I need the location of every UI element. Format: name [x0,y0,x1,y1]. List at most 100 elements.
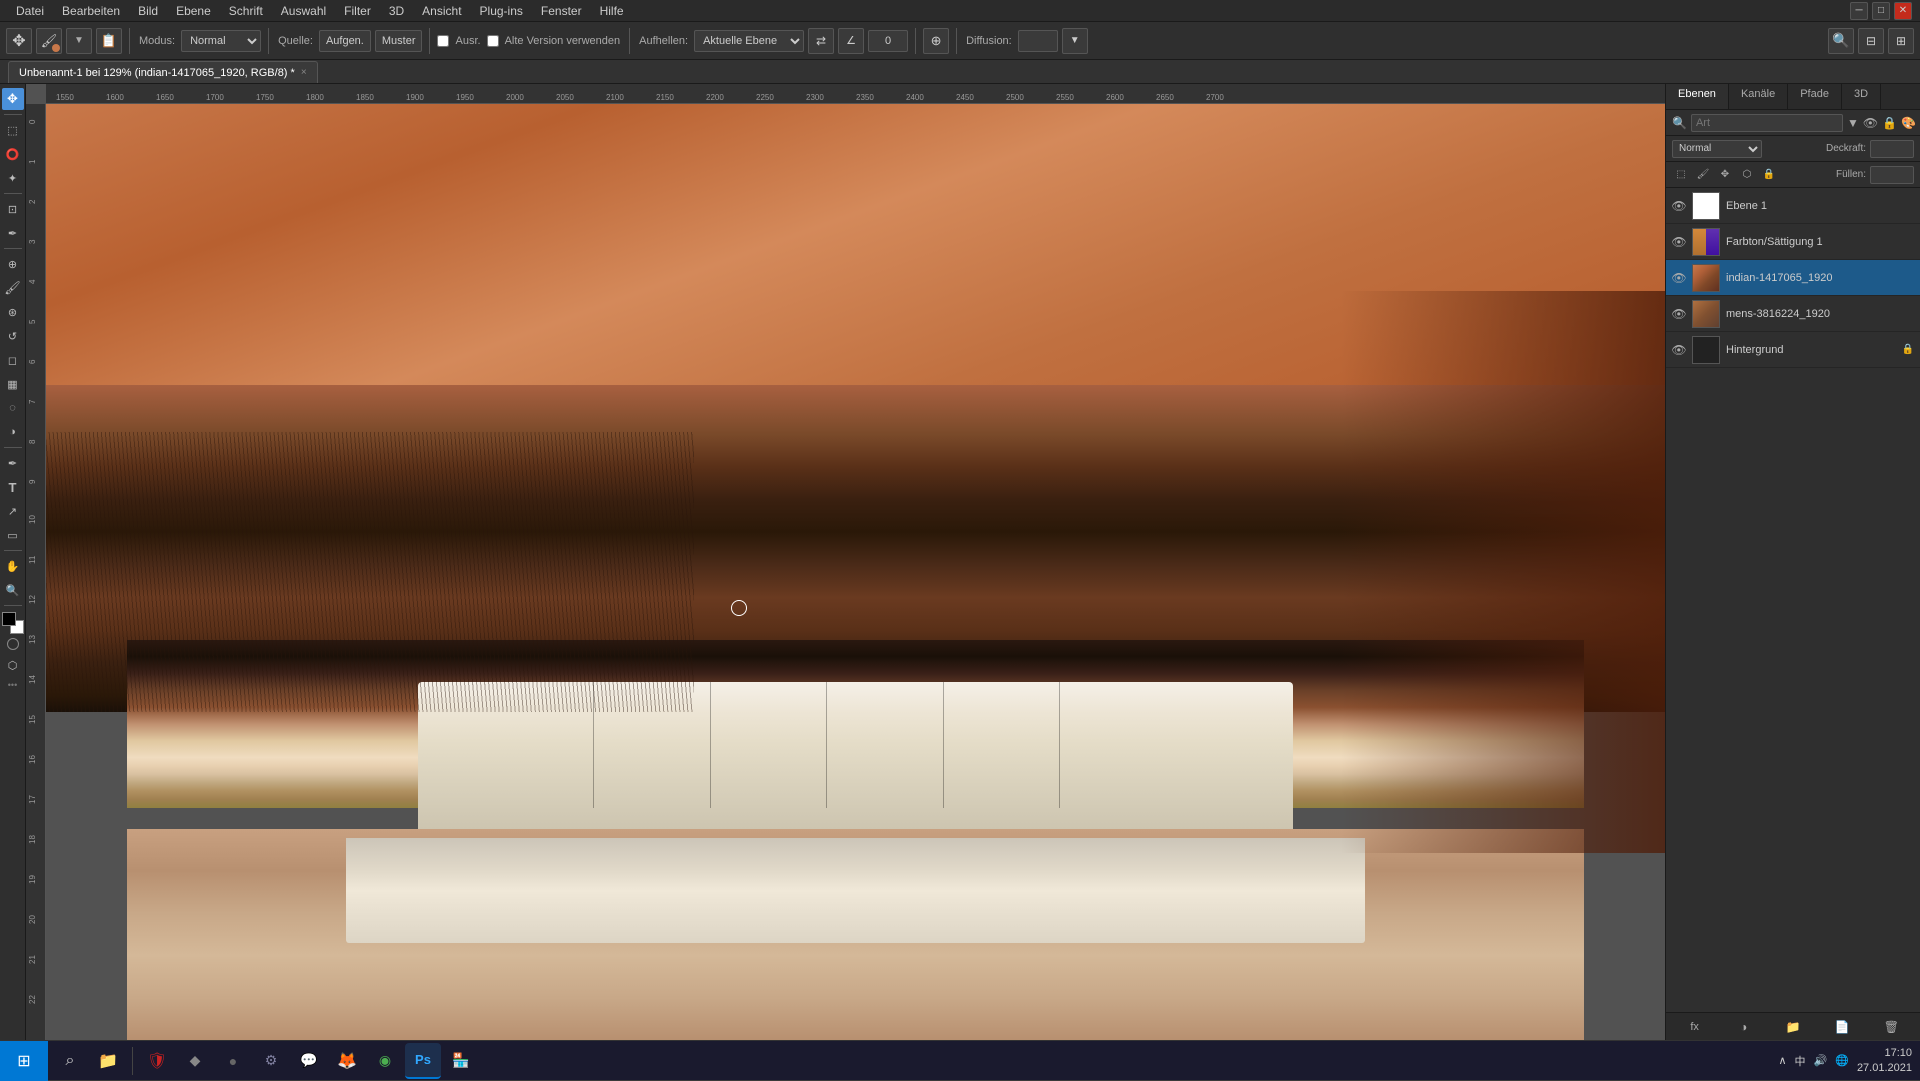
maximize-btn[interactable]: □ [1872,2,1890,20]
search-icon[interactable]: 🔍 [1828,28,1854,54]
workspace-icon[interactable]: ⊞ [1888,28,1914,54]
shape-tool[interactable]: ▭ [2,524,24,546]
canvas-area[interactable]: // Ruler ticks will be rendered via JS b… [26,84,1665,1040]
eye-icon[interactable]: 👁 [1863,114,1878,132]
lock-icon[interactable]: 🔒 [1882,114,1897,132]
blur-tool[interactable]: ◌ [2,397,24,419]
taskbar-chrome[interactable]: ◉ [367,1043,403,1079]
menu-ansicht[interactable]: Ansicht [414,2,469,20]
aufgen-btn[interactable]: Aufgen. [319,30,371,52]
new-layer-btn[interactable]: 📄 [1832,1017,1852,1037]
visibility-toggle-mens[interactable]: 👁 [1672,307,1686,321]
visibility-toggle-farbe[interactable]: 👁 [1672,235,1686,249]
history-tool[interactable]: ↺ [2,325,24,347]
taskbar-settings[interactable]: ⚙ [253,1043,289,1079]
taskbar-store[interactable]: 🏪 [443,1043,479,1079]
clock[interactable]: 17:10 27.01.2021 [1857,1046,1912,1075]
menu-filter[interactable]: Filter [336,2,379,20]
volume-icon[interactable]: 🔊 [1814,1054,1828,1067]
brush-icon[interactable]: 🖌 [36,28,62,54]
taskbar-app5[interactable]: ● [215,1043,251,1079]
tab-kanaele[interactable]: Kanäle [1729,84,1788,109]
diffusion-input[interactable]: 5 [1018,30,1058,52]
hand-tool[interactable]: ✋ [2,555,24,577]
text-tool[interactable]: T [2,476,24,498]
magic-wand-tool[interactable]: ✦ [2,167,24,189]
fill-input[interactable]: 100% [1870,166,1914,184]
network-icon[interactable]: 🌐 [1835,1054,1849,1067]
lock-all-icon[interactable]: 🔒 [1760,166,1778,184]
document-tab[interactable]: Unbenannt-1 bei 129% (indian-1417065_192… [8,61,318,83]
fx-button[interactable]: fx [1685,1017,1705,1037]
visibility-toggle-hintergrund[interactable]: 👁 [1672,343,1686,357]
menu-bild[interactable]: Bild [130,2,166,20]
layer-item-hintergrund[interactable]: 👁 Hintergrund 🔒 [1666,332,1920,368]
layer-item-ebene1[interactable]: 👁 Ebene 1 [1666,188,1920,224]
menu-plugins[interactable]: Plug-ins [472,2,531,20]
tab-3d[interactable]: 3D [1842,84,1881,109]
stamp-tool[interactable]: ⊛ [2,301,24,323]
lock-brush-icon[interactable]: 🖌 [1694,166,1712,184]
arrange-icon[interactable]: ⊟ [1858,28,1884,54]
quick-mask-mode[interactable] [2,638,24,652]
menu-datei[interactable]: Datei [8,2,52,20]
keyboard-icon[interactable]: 中 [1795,1053,1806,1069]
blend-mode-select[interactable]: Normal [1672,140,1762,158]
start-button[interactable]: ⊞ [0,1041,48,1081]
pen-tool[interactable]: ✒ [2,452,24,474]
tab-close-btn[interactable]: × [301,67,307,78]
healing-tool[interactable]: ⊕ [2,253,24,275]
eraser-tool[interactable]: ◻ [2,349,24,371]
gradient-tool[interactable]: ▦ [2,373,24,395]
mode-select[interactable]: Normal [181,30,261,52]
layer-item-mens[interactable]: 👁 mens-3816224_1920 [1666,296,1920,332]
visibility-toggle-ebene1[interactable]: 👁 [1672,199,1686,213]
eyedropper-tool[interactable]: ✒ [2,222,24,244]
opacity-input[interactable]: 100% [1870,140,1914,158]
filter-icon[interactable]: ▼ [1847,114,1859,132]
menu-fenster[interactable]: Fenster [533,2,590,20]
rect-select-tool[interactable]: ⬚ [2,119,24,141]
screen-mode[interactable]: ⬡ [2,654,24,676]
lock-transparent-icon[interactable]: ⬚ [1672,166,1690,184]
brush-size-icon[interactable]: ▼ [66,28,92,54]
ausrichten-checkbox[interactable] [437,35,449,47]
diffusion-dropdown[interactable]: ▼ [1062,28,1088,54]
lock-move-icon[interactable]: ✥ [1716,166,1734,184]
close-btn[interactable]: ✕ [1894,2,1912,20]
extras-btn[interactable]: ••• [8,678,17,692]
brush-tool[interactable]: 🖌 [2,277,24,299]
alte-version-checkbox[interactable] [487,35,499,47]
taskbar-files[interactable]: 📁 [90,1043,126,1079]
lasso-tool[interactable]: ⭕ [2,143,24,165]
create-new-icon[interactable]: 📋 [96,28,122,54]
delete-layer-btn[interactable]: 🗑 [1881,1017,1901,1037]
taskbar-chat[interactable]: 💬 [291,1043,327,1079]
menu-3d[interactable]: 3D [381,2,412,20]
adjustment-layer-btn[interactable]: ◑ [1734,1017,1754,1037]
menu-auswahl[interactable]: Auswahl [273,2,334,20]
visibility-toggle-indian[interactable]: 👁 [1672,271,1686,285]
angle-icon[interactable]: ∠ [838,28,864,54]
canvas-image[interactable] [46,104,1665,1040]
taskbar-antivirus[interactable]: 🛡 [139,1043,175,1079]
minimize-btn[interactable]: ─ [1850,2,1868,20]
zoom-tool[interactable]: 🔍 [2,579,24,601]
color-swatches[interactable] [2,612,24,634]
layer-item-farbe[interactable]: 👁 Farbton/Sättigung 1 [1666,224,1920,260]
tab-pfade[interactable]: Pfade [1788,84,1842,109]
clone-icon[interactable]: ⊕ [923,28,949,54]
group-layer-btn[interactable]: 📁 [1783,1017,1803,1037]
chevron-up-icon[interactable]: ∧ [1778,1054,1786,1067]
crop-tool[interactable]: ⊡ [2,198,24,220]
dodge-tool[interactable]: ◑ [2,421,24,443]
menu-ebene[interactable]: Ebene [168,2,219,20]
tool-options-icon[interactable]: ✥ [6,28,32,54]
path-select-tool[interactable]: ↗ [2,500,24,522]
flip-icon[interactable]: ⇄ [808,28,834,54]
menu-hilfe[interactable]: Hilfe [592,2,632,20]
taskbar-photoshop[interactable]: Ps [405,1043,441,1079]
layer-search-input[interactable] [1691,114,1843,132]
taskbar-firefox[interactable]: 🦊 [329,1043,365,1079]
layer-item-indian[interactable]: 👁 indian-1417065_1920 [1666,260,1920,296]
